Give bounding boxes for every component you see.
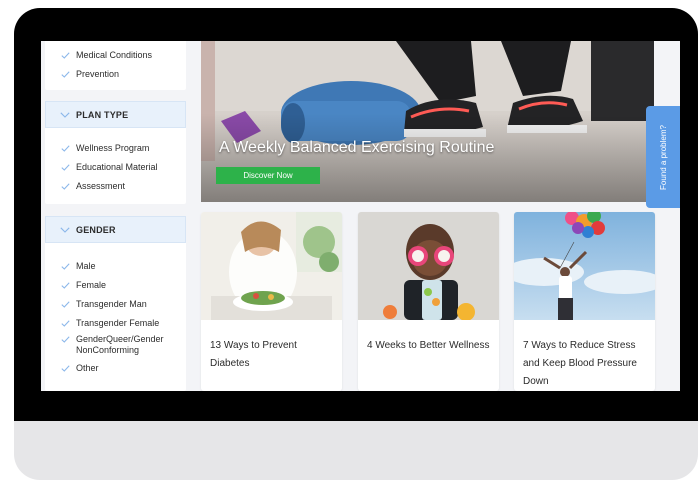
filter-option-label: Wellness Program xyxy=(76,143,150,153)
discover-now-button[interactable]: Discover Now xyxy=(216,167,320,184)
article-image-woman-with-fruit xyxy=(358,212,499,320)
filter-group-title: PLAN TYPE xyxy=(76,109,129,120)
filter-option-label: Female xyxy=(76,280,107,290)
app-screen: Medical Conditions Prevention PLAN TYPE xyxy=(41,41,680,391)
hero-banner[interactable]: A Weekly Balanced Exercising Routine Dis… xyxy=(201,41,654,202)
filter-group-conditions: Medical Conditions Prevention xyxy=(45,41,186,90)
filter-option-genderqueer[interactable]: GenderQueer/Gender NonConforming xyxy=(45,329,186,356)
check-icon xyxy=(61,282,70,289)
feedback-tab-label: Found a problem? xyxy=(658,124,668,190)
hero-title: A Weekly Balanced Exercising Routine xyxy=(219,139,495,156)
article-title: 13 Ways to Prevent Diabetes xyxy=(210,340,297,369)
filter-option-label: Assessment xyxy=(76,181,126,191)
filter-option-label: Medical Conditions xyxy=(76,50,153,60)
check-icon xyxy=(61,183,70,190)
chevron-down-icon xyxy=(60,111,70,118)
filter-option-label: Male xyxy=(76,261,96,271)
check-icon xyxy=(61,365,70,372)
found-a-problem-tab[interactable]: Found a problem? xyxy=(646,106,680,208)
article-title: 7 Ways to Reduce Stress and Keep Blood P… xyxy=(523,340,637,387)
check-icon xyxy=(61,336,70,343)
filter-option-medical-conditions[interactable]: Medical Conditions xyxy=(45,41,186,61)
article-card-diabetes[interactable]: 13 Ways to Prevent Diabetes xyxy=(201,212,342,391)
check-icon xyxy=(61,320,70,327)
chevron-down-icon xyxy=(60,226,70,233)
filter-group-gender: GENDER Male Female Transgender Man Trans… xyxy=(45,216,186,391)
article-title: 4 Weeks to Better Wellness xyxy=(367,340,490,351)
article-image-woman-eating-salad xyxy=(201,212,342,320)
filter-option-wellness-program[interactable]: Wellness Program xyxy=(45,128,186,154)
check-icon xyxy=(61,52,70,59)
filter-option-male[interactable]: Male xyxy=(45,243,186,272)
article-card-wellness[interactable]: 4 Weeks to Better Wellness xyxy=(358,212,499,391)
filter-option-transgender-man[interactable]: Transgender Man xyxy=(45,291,186,310)
filter-option-label: Other xyxy=(76,363,99,373)
filter-group-title: GENDER xyxy=(76,224,116,235)
check-icon xyxy=(61,263,70,270)
article-image-woman-with-balloons xyxy=(514,212,655,320)
device-bezel: Medical Conditions Prevention PLAN TYPE xyxy=(14,8,698,421)
filter-group-header-gender[interactable]: GENDER xyxy=(45,216,186,243)
check-icon xyxy=(61,71,70,78)
filter-option-label: Prevention xyxy=(76,69,120,79)
check-icon xyxy=(61,164,70,171)
filter-option-label: Educational Material xyxy=(76,162,158,172)
filter-option-assessment[interactable]: Assessment xyxy=(45,173,186,192)
filter-group-plan-type: PLAN TYPE Wellness Program Educational M… xyxy=(45,101,186,204)
article-card-stress[interactable]: 7 Ways to Reduce Stress and Keep Blood P… xyxy=(514,212,655,391)
filter-option-female[interactable]: Female xyxy=(45,272,186,291)
filter-group-header-plan-type[interactable]: PLAN TYPE xyxy=(45,101,186,128)
filter-option-label: Transgender Female xyxy=(76,318,160,328)
main-content: A Weekly Balanced Exercising Routine Dis… xyxy=(201,41,680,391)
filter-option-educational-material[interactable]: Educational Material xyxy=(45,154,186,173)
check-icon xyxy=(61,145,70,152)
filter-option-prevention[interactable]: Prevention xyxy=(45,61,186,80)
filter-option-other[interactable]: Other xyxy=(45,356,186,374)
filter-option-label: Transgender Man xyxy=(76,299,147,309)
filter-sidebar: Medical Conditions Prevention PLAN TYPE xyxy=(41,41,190,391)
device-frame: Medical Conditions Prevention PLAN TYPE xyxy=(14,8,698,480)
filter-option-label: GenderQueer/Gender NonConforming xyxy=(76,334,164,355)
filter-option-transgender-female[interactable]: Transgender Female xyxy=(45,310,186,329)
check-icon xyxy=(61,301,70,308)
